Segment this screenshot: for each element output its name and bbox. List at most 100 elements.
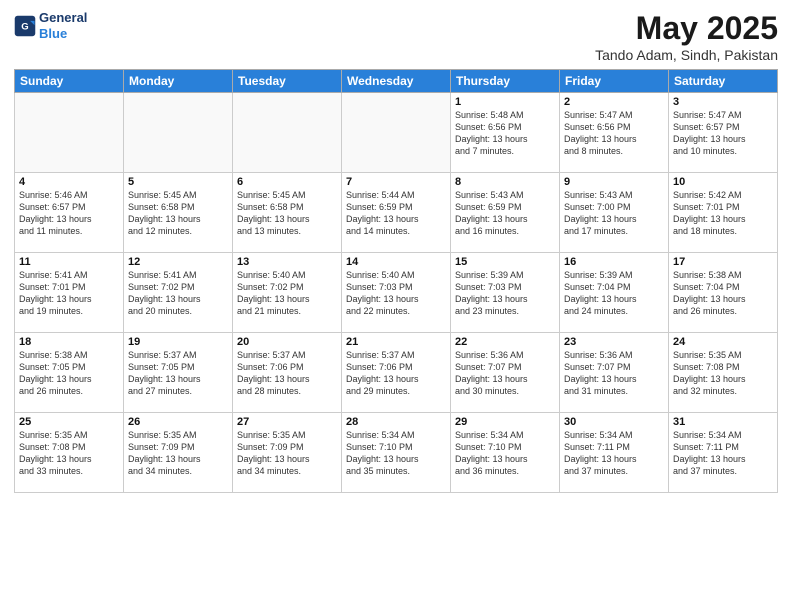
day-info: Sunrise: 5:47 AMSunset: 6:56 PMDaylight:… xyxy=(564,109,664,158)
calendar-cell: 15Sunrise: 5:39 AMSunset: 7:03 PMDayligh… xyxy=(451,253,560,333)
day-number: 11 xyxy=(19,256,119,268)
weekday-header-row: SundayMondayTuesdayWednesdayThursdayFrid… xyxy=(15,70,778,93)
day-number: 13 xyxy=(237,256,337,268)
week-row-0: 1Sunrise: 5:48 AMSunset: 6:56 PMDaylight… xyxy=(15,93,778,173)
day-number: 28 xyxy=(346,416,446,428)
day-info: Sunrise: 5:34 AMSunset: 7:10 PMDaylight:… xyxy=(455,429,555,478)
calendar-cell: 8Sunrise: 5:43 AMSunset: 6:59 PMDaylight… xyxy=(451,173,560,253)
day-info: Sunrise: 5:36 AMSunset: 7:07 PMDaylight:… xyxy=(455,349,555,398)
calendar-cell: 29Sunrise: 5:34 AMSunset: 7:10 PMDayligh… xyxy=(451,413,560,493)
calendar-cell: 24Sunrise: 5:35 AMSunset: 7:08 PMDayligh… xyxy=(669,333,778,413)
day-number: 26 xyxy=(128,416,228,428)
weekday-header-saturday: Saturday xyxy=(669,70,778,93)
day-info: Sunrise: 5:45 AMSunset: 6:58 PMDaylight:… xyxy=(237,189,337,238)
day-info: Sunrise: 5:38 AMSunset: 7:05 PMDaylight:… xyxy=(19,349,119,398)
day-number: 10 xyxy=(673,176,773,188)
day-number: 14 xyxy=(346,256,446,268)
day-number: 19 xyxy=(128,336,228,348)
logo-text: General Blue xyxy=(39,10,87,41)
day-info: Sunrise: 5:45 AMSunset: 6:58 PMDaylight:… xyxy=(128,189,228,238)
day-info: Sunrise: 5:34 AMSunset: 7:11 PMDaylight:… xyxy=(564,429,664,478)
calendar-cell: 10Sunrise: 5:42 AMSunset: 7:01 PMDayligh… xyxy=(669,173,778,253)
day-info: Sunrise: 5:44 AMSunset: 6:59 PMDaylight:… xyxy=(346,189,446,238)
header: G General Blue May 2025 Tando Adam, Sind… xyxy=(14,10,778,63)
day-info: Sunrise: 5:35 AMSunset: 7:09 PMDaylight:… xyxy=(128,429,228,478)
day-number: 17 xyxy=(673,256,773,268)
calendar-cell: 18Sunrise: 5:38 AMSunset: 7:05 PMDayligh… xyxy=(15,333,124,413)
calendar-cell xyxy=(342,93,451,173)
day-number: 27 xyxy=(237,416,337,428)
day-number: 25 xyxy=(19,416,119,428)
calendar-cell: 4Sunrise: 5:46 AMSunset: 6:57 PMDaylight… xyxy=(15,173,124,253)
subtitle: Tando Adam, Sindh, Pakistan xyxy=(595,47,778,63)
calendar-cell: 28Sunrise: 5:34 AMSunset: 7:10 PMDayligh… xyxy=(342,413,451,493)
day-number: 15 xyxy=(455,256,555,268)
weekday-header-tuesday: Tuesday xyxy=(233,70,342,93)
day-info: Sunrise: 5:35 AMSunset: 7:09 PMDaylight:… xyxy=(237,429,337,478)
weekday-header-friday: Friday xyxy=(560,70,669,93)
calendar-cell: 3Sunrise: 5:47 AMSunset: 6:57 PMDaylight… xyxy=(669,93,778,173)
day-info: Sunrise: 5:34 AMSunset: 7:11 PMDaylight:… xyxy=(673,429,773,478)
calendar-cell: 11Sunrise: 5:41 AMSunset: 7:01 PMDayligh… xyxy=(15,253,124,333)
calendar-cell: 30Sunrise: 5:34 AMSunset: 7:11 PMDayligh… xyxy=(560,413,669,493)
day-info: Sunrise: 5:37 AMSunset: 7:06 PMDaylight:… xyxy=(237,349,337,398)
calendar-cell: 2Sunrise: 5:47 AMSunset: 6:56 PMDaylight… xyxy=(560,93,669,173)
day-info: Sunrise: 5:41 AMSunset: 7:01 PMDaylight:… xyxy=(19,269,119,318)
calendar-cell: 6Sunrise: 5:45 AMSunset: 6:58 PMDaylight… xyxy=(233,173,342,253)
logo-icon: G xyxy=(14,15,36,37)
day-number: 16 xyxy=(564,256,664,268)
weekday-header-thursday: Thursday xyxy=(451,70,560,93)
day-number: 18 xyxy=(19,336,119,348)
calendar-cell: 21Sunrise: 5:37 AMSunset: 7:06 PMDayligh… xyxy=(342,333,451,413)
calendar-cell xyxy=(124,93,233,173)
day-info: Sunrise: 5:41 AMSunset: 7:02 PMDaylight:… xyxy=(128,269,228,318)
calendar-cell: 26Sunrise: 5:35 AMSunset: 7:09 PMDayligh… xyxy=(124,413,233,493)
day-info: Sunrise: 5:43 AMSunset: 6:59 PMDaylight:… xyxy=(455,189,555,238)
calendar: SundayMondayTuesdayWednesdayThursdayFrid… xyxy=(14,69,778,493)
day-number: 21 xyxy=(346,336,446,348)
calendar-cell: 20Sunrise: 5:37 AMSunset: 7:06 PMDayligh… xyxy=(233,333,342,413)
calendar-cell: 1Sunrise: 5:48 AMSunset: 6:56 PMDaylight… xyxy=(451,93,560,173)
day-number: 2 xyxy=(564,96,664,108)
logo-line1: General xyxy=(39,10,87,26)
day-info: Sunrise: 5:39 AMSunset: 7:04 PMDaylight:… xyxy=(564,269,664,318)
logo: G General Blue xyxy=(14,10,87,41)
main-title: May 2025 xyxy=(595,10,778,47)
weekday-header-sunday: Sunday xyxy=(15,70,124,93)
day-info: Sunrise: 5:42 AMSunset: 7:01 PMDaylight:… xyxy=(673,189,773,238)
week-row-3: 18Sunrise: 5:38 AMSunset: 7:05 PMDayligh… xyxy=(15,333,778,413)
day-info: Sunrise: 5:43 AMSunset: 7:00 PMDaylight:… xyxy=(564,189,664,238)
page: G General Blue May 2025 Tando Adam, Sind… xyxy=(0,0,792,612)
logo-line2: Blue xyxy=(39,26,87,42)
calendar-cell: 22Sunrise: 5:36 AMSunset: 7:07 PMDayligh… xyxy=(451,333,560,413)
title-block: May 2025 Tando Adam, Sindh, Pakistan xyxy=(595,10,778,63)
day-info: Sunrise: 5:35 AMSunset: 7:08 PMDaylight:… xyxy=(673,349,773,398)
day-number: 20 xyxy=(237,336,337,348)
day-info: Sunrise: 5:36 AMSunset: 7:07 PMDaylight:… xyxy=(564,349,664,398)
calendar-cell: 9Sunrise: 5:43 AMSunset: 7:00 PMDaylight… xyxy=(560,173,669,253)
day-number: 23 xyxy=(564,336,664,348)
day-info: Sunrise: 5:47 AMSunset: 6:57 PMDaylight:… xyxy=(673,109,773,158)
day-number: 8 xyxy=(455,176,555,188)
calendar-cell xyxy=(233,93,342,173)
day-info: Sunrise: 5:34 AMSunset: 7:10 PMDaylight:… xyxy=(346,429,446,478)
day-info: Sunrise: 5:37 AMSunset: 7:05 PMDaylight:… xyxy=(128,349,228,398)
day-number: 9 xyxy=(564,176,664,188)
day-number: 30 xyxy=(564,416,664,428)
day-info: Sunrise: 5:37 AMSunset: 7:06 PMDaylight:… xyxy=(346,349,446,398)
calendar-cell: 12Sunrise: 5:41 AMSunset: 7:02 PMDayligh… xyxy=(124,253,233,333)
calendar-cell: 27Sunrise: 5:35 AMSunset: 7:09 PMDayligh… xyxy=(233,413,342,493)
day-number: 4 xyxy=(19,176,119,188)
calendar-cell: 31Sunrise: 5:34 AMSunset: 7:11 PMDayligh… xyxy=(669,413,778,493)
calendar-cell xyxy=(15,93,124,173)
calendar-cell: 5Sunrise: 5:45 AMSunset: 6:58 PMDaylight… xyxy=(124,173,233,253)
day-number: 6 xyxy=(237,176,337,188)
day-info: Sunrise: 5:40 AMSunset: 7:03 PMDaylight:… xyxy=(346,269,446,318)
day-info: Sunrise: 5:48 AMSunset: 6:56 PMDaylight:… xyxy=(455,109,555,158)
day-number: 24 xyxy=(673,336,773,348)
day-number: 3 xyxy=(673,96,773,108)
week-row-2: 11Sunrise: 5:41 AMSunset: 7:01 PMDayligh… xyxy=(15,253,778,333)
day-number: 29 xyxy=(455,416,555,428)
calendar-cell: 16Sunrise: 5:39 AMSunset: 7:04 PMDayligh… xyxy=(560,253,669,333)
calendar-cell: 19Sunrise: 5:37 AMSunset: 7:05 PMDayligh… xyxy=(124,333,233,413)
